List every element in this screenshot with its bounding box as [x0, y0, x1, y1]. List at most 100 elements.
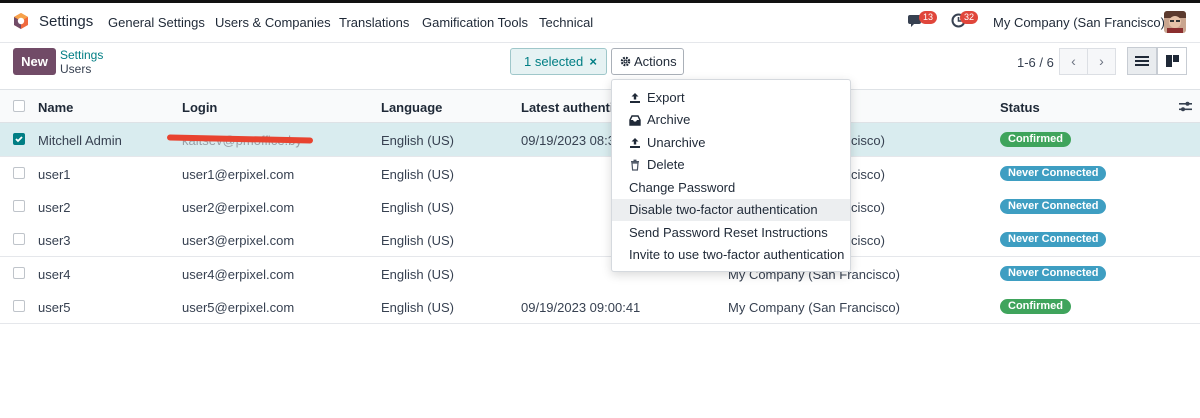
trash-icon — [631, 159, 639, 171]
user-login: user3@erpixel.com — [182, 233, 295, 248]
inbox-icon — [629, 115, 641, 126]
list-view-icon — [1135, 56, 1149, 66]
user-name: Mitchell Admin — [38, 133, 122, 148]
kanban-view-icon — [1165, 55, 1179, 67]
column-settings-icon[interactable] — [1179, 100, 1192, 113]
pager-previous-button[interactable]: ‹ — [1059, 48, 1088, 75]
user-name: user4 — [38, 267, 71, 282]
navbar-top-border — [0, 0, 1200, 3]
user-name: user1 — [38, 167, 71, 182]
table-row[interactable]: Mitchell Admin kaitsev@pmoffice.by Engli… — [0, 123, 1200, 157]
action-send-reset-label: Send Password Reset Instructions — [629, 225, 828, 240]
user-login: user4@erpixel.com — [182, 267, 295, 282]
table-row[interactable]: user1 user1@erpixel.com English (US) cis… — [0, 157, 1200, 191]
action-export[interactable]: Export — [612, 87, 850, 109]
column-login[interactable]: Login — [182, 100, 217, 115]
user-language: English (US) — [381, 267, 454, 282]
user-language: English (US) — [381, 300, 454, 315]
clear-selection-icon[interactable]: × — [589, 49, 597, 74]
action-delete[interactable]: Delete — [612, 154, 850, 176]
column-language[interactable]: Language — [381, 100, 442, 115]
list-view-button[interactable] — [1127, 47, 1157, 75]
menu-technical[interactable]: Technical — [539, 15, 593, 30]
action-send-reset-instructions[interactable]: Send Password Reset Instructions — [612, 222, 850, 244]
row-checkbox[interactable] — [13, 233, 25, 245]
pager-next-button[interactable]: › — [1087, 48, 1116, 75]
menu-translations[interactable]: Translations — [339, 15, 409, 30]
action-change-password-label: Change Password — [629, 180, 736, 195]
table-row[interactable]: user2 user2@erpixel.com English (US) cis… — [0, 190, 1200, 224]
status-badge: Never Connected — [1000, 232, 1107, 247]
status-badge: Never Connected — [1000, 199, 1107, 214]
upload-icon — [630, 93, 640, 103]
user-company: cisco) — [851, 167, 885, 182]
company-switcher[interactable]: My Company (San Francisco) — [993, 15, 1165, 30]
column-status[interactable]: Status — [1000, 100, 1040, 115]
actions-label: Actions — [634, 54, 677, 69]
status-badge: Confirmed — [1000, 299, 1071, 314]
selection-indicator: 1 selected × — [510, 48, 607, 75]
kanban-view-button[interactable] — [1157, 47, 1187, 75]
menu-general-settings[interactable]: General Settings — [108, 15, 205, 30]
table-row[interactable]: user5 user5@erpixel.com English (US) 09/… — [0, 290, 1200, 324]
user-language: English (US) — [381, 167, 454, 182]
row-checkbox[interactable] — [13, 300, 25, 312]
row-checkbox[interactable] — [13, 133, 25, 145]
user-login: user5@erpixel.com — [182, 300, 295, 315]
pager-value[interactable]: 1-6 / 6 — [1017, 55, 1054, 70]
user-login: user1@erpixel.com — [182, 167, 295, 182]
gear-icon — [620, 56, 631, 67]
menu-gamification-tools[interactable]: Gamification Tools — [422, 15, 528, 30]
breadcrumb-current: Users — [60, 62, 92, 76]
user-avatar[interactable] — [1164, 11, 1186, 33]
user-language: English (US) — [381, 233, 454, 248]
action-unarchive-label: Unarchive — [647, 135, 706, 150]
messages-count-badge: 13 — [919, 11, 938, 24]
user-name: user5 — [38, 300, 71, 315]
user-name: user3 — [38, 233, 71, 248]
selected-count[interactable]: 1 selected — [524, 49, 583, 74]
action-invite-2fa-label: Invite to use two-factor authentication — [629, 247, 845, 262]
new-button[interactable]: New — [13, 48, 56, 75]
table-header: Name Login Language Latest authentica St… — [0, 89, 1200, 123]
status-badge: Never Connected — [1000, 266, 1107, 281]
activities-count-badge: 32 — [960, 11, 979, 24]
breadcrumb-settings[interactable]: Settings — [60, 48, 103, 62]
row-checkbox[interactable] — [13, 167, 25, 179]
user-company: cisco) — [851, 133, 885, 148]
user-company: cisco) — [851, 233, 885, 248]
action-unarchive[interactable]: Unarchive — [612, 132, 850, 154]
column-name[interactable]: Name — [38, 100, 73, 115]
actions-button[interactable]: Actions — [611, 48, 684, 75]
upload-icon — [630, 138, 640, 148]
action-delete-label: Delete — [647, 157, 685, 172]
row-checkbox[interactable] — [13, 200, 25, 212]
user-language: English (US) — [381, 200, 454, 215]
user-latest-auth: 09/19/2023 08:3 — [521, 133, 615, 148]
user-latest-auth: 09/19/2023 09:00:41 — [521, 300, 641, 315]
app-title[interactable]: Settings — [39, 13, 93, 30]
user-login: user2@erpixel.com — [182, 200, 295, 215]
check-icon — [15, 136, 23, 143]
user-company: cisco) — [851, 200, 885, 215]
action-archive-label: Archive — [647, 112, 691, 127]
action-disable-2fa-label: Disable two-factor authentication — [629, 202, 818, 217]
action-archive[interactable]: Archive — [612, 109, 850, 131]
table-row[interactable]: user4 user4@erpixel.com English (US) My … — [0, 257, 1200, 291]
select-all-checkbox[interactable] — [13, 100, 25, 112]
top-navbar: Settings General Settings Users & Compan… — [0, 0, 1200, 43]
action-change-password[interactable]: Change Password — [612, 177, 850, 199]
action-export-label: Export — [647, 90, 685, 105]
user-language: English (US) — [381, 133, 454, 148]
action-invite-2fa[interactable]: Invite to use two-factor authentication — [612, 244, 850, 266]
row-checkbox[interactable] — [13, 267, 25, 279]
user-company: My Company (San Francisco) — [728, 300, 900, 315]
table-row[interactable]: user3 user3@erpixel.com English (US) cis… — [0, 223, 1200, 257]
actions-dropdown-menu: Export Archive Unarchive Delete Change P… — [611, 79, 851, 272]
user-name: user2 — [38, 200, 71, 215]
status-badge: Confirmed — [1000, 132, 1071, 147]
status-badge: Never Connected — [1000, 166, 1107, 181]
menu-users-companies[interactable]: Users & Companies — [215, 15, 331, 30]
settings-app-logo-icon[interactable] — [12, 12, 30, 30]
action-disable-2fa[interactable]: Disable two-factor authentication — [612, 199, 850, 221]
